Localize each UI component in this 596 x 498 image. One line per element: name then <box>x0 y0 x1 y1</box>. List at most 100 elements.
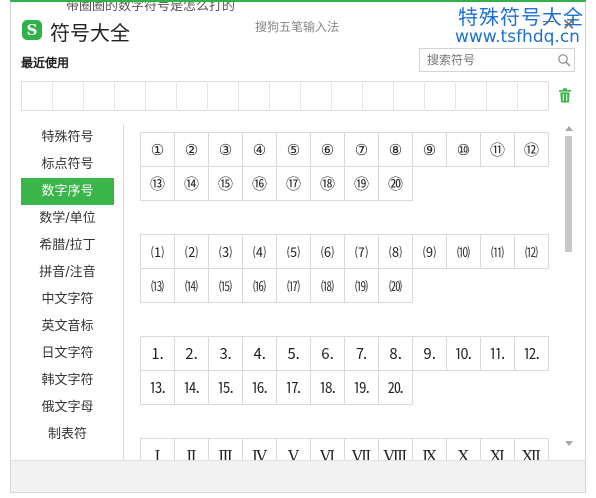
recent-slot[interactable] <box>301 82 332 110</box>
symbol-cell[interactable]: ⑥ <box>311 133 345 167</box>
sidebar-item[interactable]: 特殊符号 <box>21 124 114 151</box>
recent-slot[interactable] <box>84 82 115 110</box>
recent-slot[interactable] <box>363 82 394 110</box>
symbol-cell[interactable]: ⑱ <box>311 167 345 201</box>
sidebar-item[interactable]: 制表符 <box>21 421 114 448</box>
sidebar-item[interactable]: 英文音标 <box>21 313 114 340</box>
symbol-cell[interactable]: ⒖ <box>209 371 243 405</box>
symbol-cell[interactable]: Ⅹ <box>447 439 481 460</box>
symbol-cell[interactable]: Ⅺ <box>481 439 515 460</box>
sidebar-item[interactable]: 数字序号 <box>21 178 114 205</box>
symbol-cell[interactable]: ⒓ <box>515 337 549 371</box>
scroll-thumb[interactable] <box>565 136 572 252</box>
symbol-cell[interactable]: ⑲ <box>345 167 379 201</box>
symbol-cell[interactable]: Ⅳ <box>243 439 277 460</box>
symbol-cell[interactable]: Ⅻ <box>515 439 549 460</box>
symbol-cell[interactable]: ⑯ <box>243 167 277 201</box>
sidebar-item[interactable]: 数学/单位 <box>21 205 114 232</box>
symbol-cell[interactable]: ⑿ <box>515 235 549 269</box>
search-box[interactable] <box>419 48 575 72</box>
symbol-cell[interactable]: ⒆ <box>345 269 379 303</box>
recent-slot[interactable] <box>518 82 548 110</box>
symbol-cell[interactable]: ⒎ <box>345 337 379 371</box>
symbol-cell[interactable]: ⒃ <box>243 269 277 303</box>
sidebar-item[interactable]: 俄文字母 <box>21 394 114 421</box>
sidebar-item[interactable]: 中文字符 <box>21 286 114 313</box>
symbol-cell[interactable]: ⒁ <box>175 269 209 303</box>
recent-slot[interactable] <box>394 82 425 110</box>
symbol-cell[interactable]: ⒏ <box>379 337 413 371</box>
symbol-cell[interactable]: ⒙ <box>311 371 345 405</box>
recent-slot[interactable] <box>53 82 84 110</box>
close-button[interactable]: ✕ <box>562 17 575 33</box>
symbol-cell[interactable]: ⑳ <box>379 167 413 201</box>
symbol-cell[interactable]: ⑽ <box>447 235 481 269</box>
symbol-cell[interactable]: ⒊ <box>209 337 243 371</box>
symbol-cell[interactable]: ⑪ <box>481 133 515 167</box>
symbol-cell[interactable]: ⑶ <box>209 235 243 269</box>
recent-slot[interactable] <box>177 82 208 110</box>
symbol-cell[interactable]: ② <box>175 133 209 167</box>
symbol-cell[interactable]: Ⅴ <box>277 439 311 460</box>
symbol-cell[interactable]: ⒐ <box>413 337 447 371</box>
sidebar-item[interactable]: 希腊/拉丁 <box>21 232 114 259</box>
symbol-cell[interactable]: ⒅ <box>311 269 345 303</box>
scrollbar[interactable] <box>563 126 574 452</box>
symbol-cell[interactable]: ⑹ <box>311 235 345 269</box>
symbol-cell[interactable]: ⒕ <box>175 371 209 405</box>
scroll-up-arrow-icon[interactable] <box>565 126 573 131</box>
symbol-cell[interactable]: ⑵ <box>175 235 209 269</box>
symbol-cell[interactable]: ③ <box>209 133 243 167</box>
symbol-cell[interactable]: ⒛ <box>379 371 413 405</box>
symbol-cell[interactable]: ⑷ <box>243 235 277 269</box>
recent-slot[interactable] <box>146 82 177 110</box>
symbol-cell[interactable]: ⒀ <box>141 269 175 303</box>
symbol-cell[interactable]: ⒚ <box>345 371 379 405</box>
symbol-cell[interactable]: ⑫ <box>515 133 549 167</box>
sidebar-item[interactable]: 韩文字符 <box>21 367 114 394</box>
symbol-cell[interactable]: ⑧ <box>379 133 413 167</box>
symbol-cell[interactable]: Ⅸ <box>413 439 447 460</box>
symbol-cell[interactable]: ⒗ <box>243 371 277 405</box>
title-bar[interactable]: S 符号大全 搜狗五笔输入法 特殊符号大全 www.tsfhdq.cn ✕ <box>10 5 586 48</box>
symbol-cell[interactable]: ⒋ <box>243 337 277 371</box>
sidebar-item[interactable]: 标点符号 <box>21 151 114 178</box>
search-input[interactable] <box>420 49 550 71</box>
symbol-cell[interactable]: Ⅲ <box>209 439 243 460</box>
symbol-cell[interactable]: ⑦ <box>345 133 379 167</box>
symbol-cell[interactable]: ⒍ <box>311 337 345 371</box>
recent-slot[interactable] <box>332 82 363 110</box>
symbol-cell[interactable]: ⑮ <box>209 167 243 201</box>
symbol-cell[interactable]: ① <box>141 133 175 167</box>
symbol-cell[interactable]: ④ <box>243 133 277 167</box>
symbol-cell[interactable]: ⑨ <box>413 133 447 167</box>
recent-slot[interactable] <box>239 82 270 110</box>
trash-icon[interactable] <box>558 88 572 103</box>
sidebar-item[interactable]: 日文字符 <box>21 340 114 367</box>
symbol-cell[interactable]: ⒇ <box>379 269 413 303</box>
search-icon[interactable] <box>557 53 571 67</box>
symbol-cell[interactable]: ⒌ <box>277 337 311 371</box>
symbol-cell[interactable]: ⒑ <box>447 337 481 371</box>
recent-slot[interactable] <box>456 82 487 110</box>
symbol-cell[interactable]: ⑸ <box>277 235 311 269</box>
symbol-cell[interactable]: Ⅶ <box>345 439 379 460</box>
symbol-cell[interactable]: ⒉ <box>175 337 209 371</box>
symbol-cell[interactable]: Ⅷ <box>379 439 413 460</box>
symbol-cell[interactable]: Ⅵ <box>311 439 345 460</box>
symbol-cell[interactable]: Ⅱ <box>175 439 209 460</box>
recent-slot[interactable] <box>487 82 518 110</box>
symbol-cell[interactable]: ⒂ <box>209 269 243 303</box>
symbol-cell[interactable]: ⒔ <box>141 371 175 405</box>
scroll-down-arrow-icon[interactable] <box>565 441 573 446</box>
recent-slot[interactable] <box>208 82 239 110</box>
recent-slot[interactable] <box>425 82 456 110</box>
recent-slot[interactable] <box>115 82 146 110</box>
symbol-cell[interactable]: ⒄ <box>277 269 311 303</box>
symbol-cell[interactable]: ⑾ <box>481 235 515 269</box>
symbol-cell[interactable]: ⒒ <box>481 337 515 371</box>
symbol-cell[interactable]: ⒈ <box>141 337 175 371</box>
sidebar-item[interactable]: 拼音/注音 <box>21 259 114 286</box>
symbol-cell[interactable]: ⑤ <box>277 133 311 167</box>
minimize-button[interactable] <box>542 12 556 26</box>
